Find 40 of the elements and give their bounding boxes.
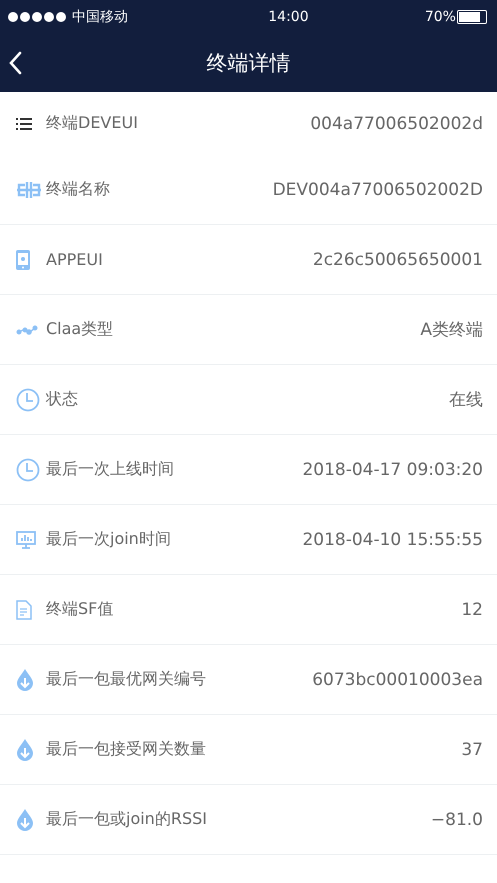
list-icon (16, 118, 32, 130)
download-drop-icon (16, 668, 34, 692)
signal-icon (8, 12, 66, 22)
phone-icon (16, 250, 30, 270)
clock-icon (16, 458, 40, 482)
field-value: A类终端 (420, 319, 483, 341)
page-title: 终端详情 (206, 50, 290, 77)
field-label: 终端SF值 (46, 599, 114, 620)
field-label: 最后一包或join的RSSI (46, 809, 207, 830)
document-icon (16, 600, 32, 620)
field-label: APPEUI (46, 250, 103, 269)
field-label: 最后一包接受网关数量 (46, 739, 206, 760)
field-label: 终端DEVEUI (46, 113, 138, 134)
download-drop-icon (16, 738, 34, 762)
connector-icon (16, 180, 42, 198)
field-value: 12 (461, 600, 483, 620)
battery-icon (456, 10, 487, 24)
battery-percent: 70% (424, 9, 456, 25)
back-icon[interactable] (8, 51, 22, 75)
monitor-icon (16, 530, 36, 548)
line-chart-icon (16, 324, 38, 334)
field-value: 2018-04-17 09:03:20 (302, 460, 483, 480)
field-label: 状态 (46, 389, 78, 410)
field-label: Claa类型 (46, 319, 114, 340)
field-value: 在线 (449, 389, 483, 411)
download-drop-icon (16, 808, 34, 832)
carrier-name: 中国移动 (72, 8, 128, 26)
field-label: 最后一包最优网关编号 (46, 669, 206, 690)
field-value: 004a77006502002d (310, 114, 483, 134)
field-value: 2018-04-10 15:55:55 (302, 530, 483, 550)
field-value: 37 (461, 740, 483, 760)
field-value: DEV004a77006502002D (272, 180, 483, 200)
field-label: 最后一次上线时间 (46, 459, 174, 480)
field-value: 2c26c50065650001 (312, 250, 483, 270)
field-label: 最后一次join时间 (46, 529, 171, 550)
field-value: 6073bc00010003ea (312, 670, 483, 690)
clock-time: 14:00 (268, 9, 309, 25)
field-value: −81.0 (430, 810, 483, 830)
field-label: 终端名称 (46, 179, 110, 200)
clock-icon (16, 388, 40, 412)
